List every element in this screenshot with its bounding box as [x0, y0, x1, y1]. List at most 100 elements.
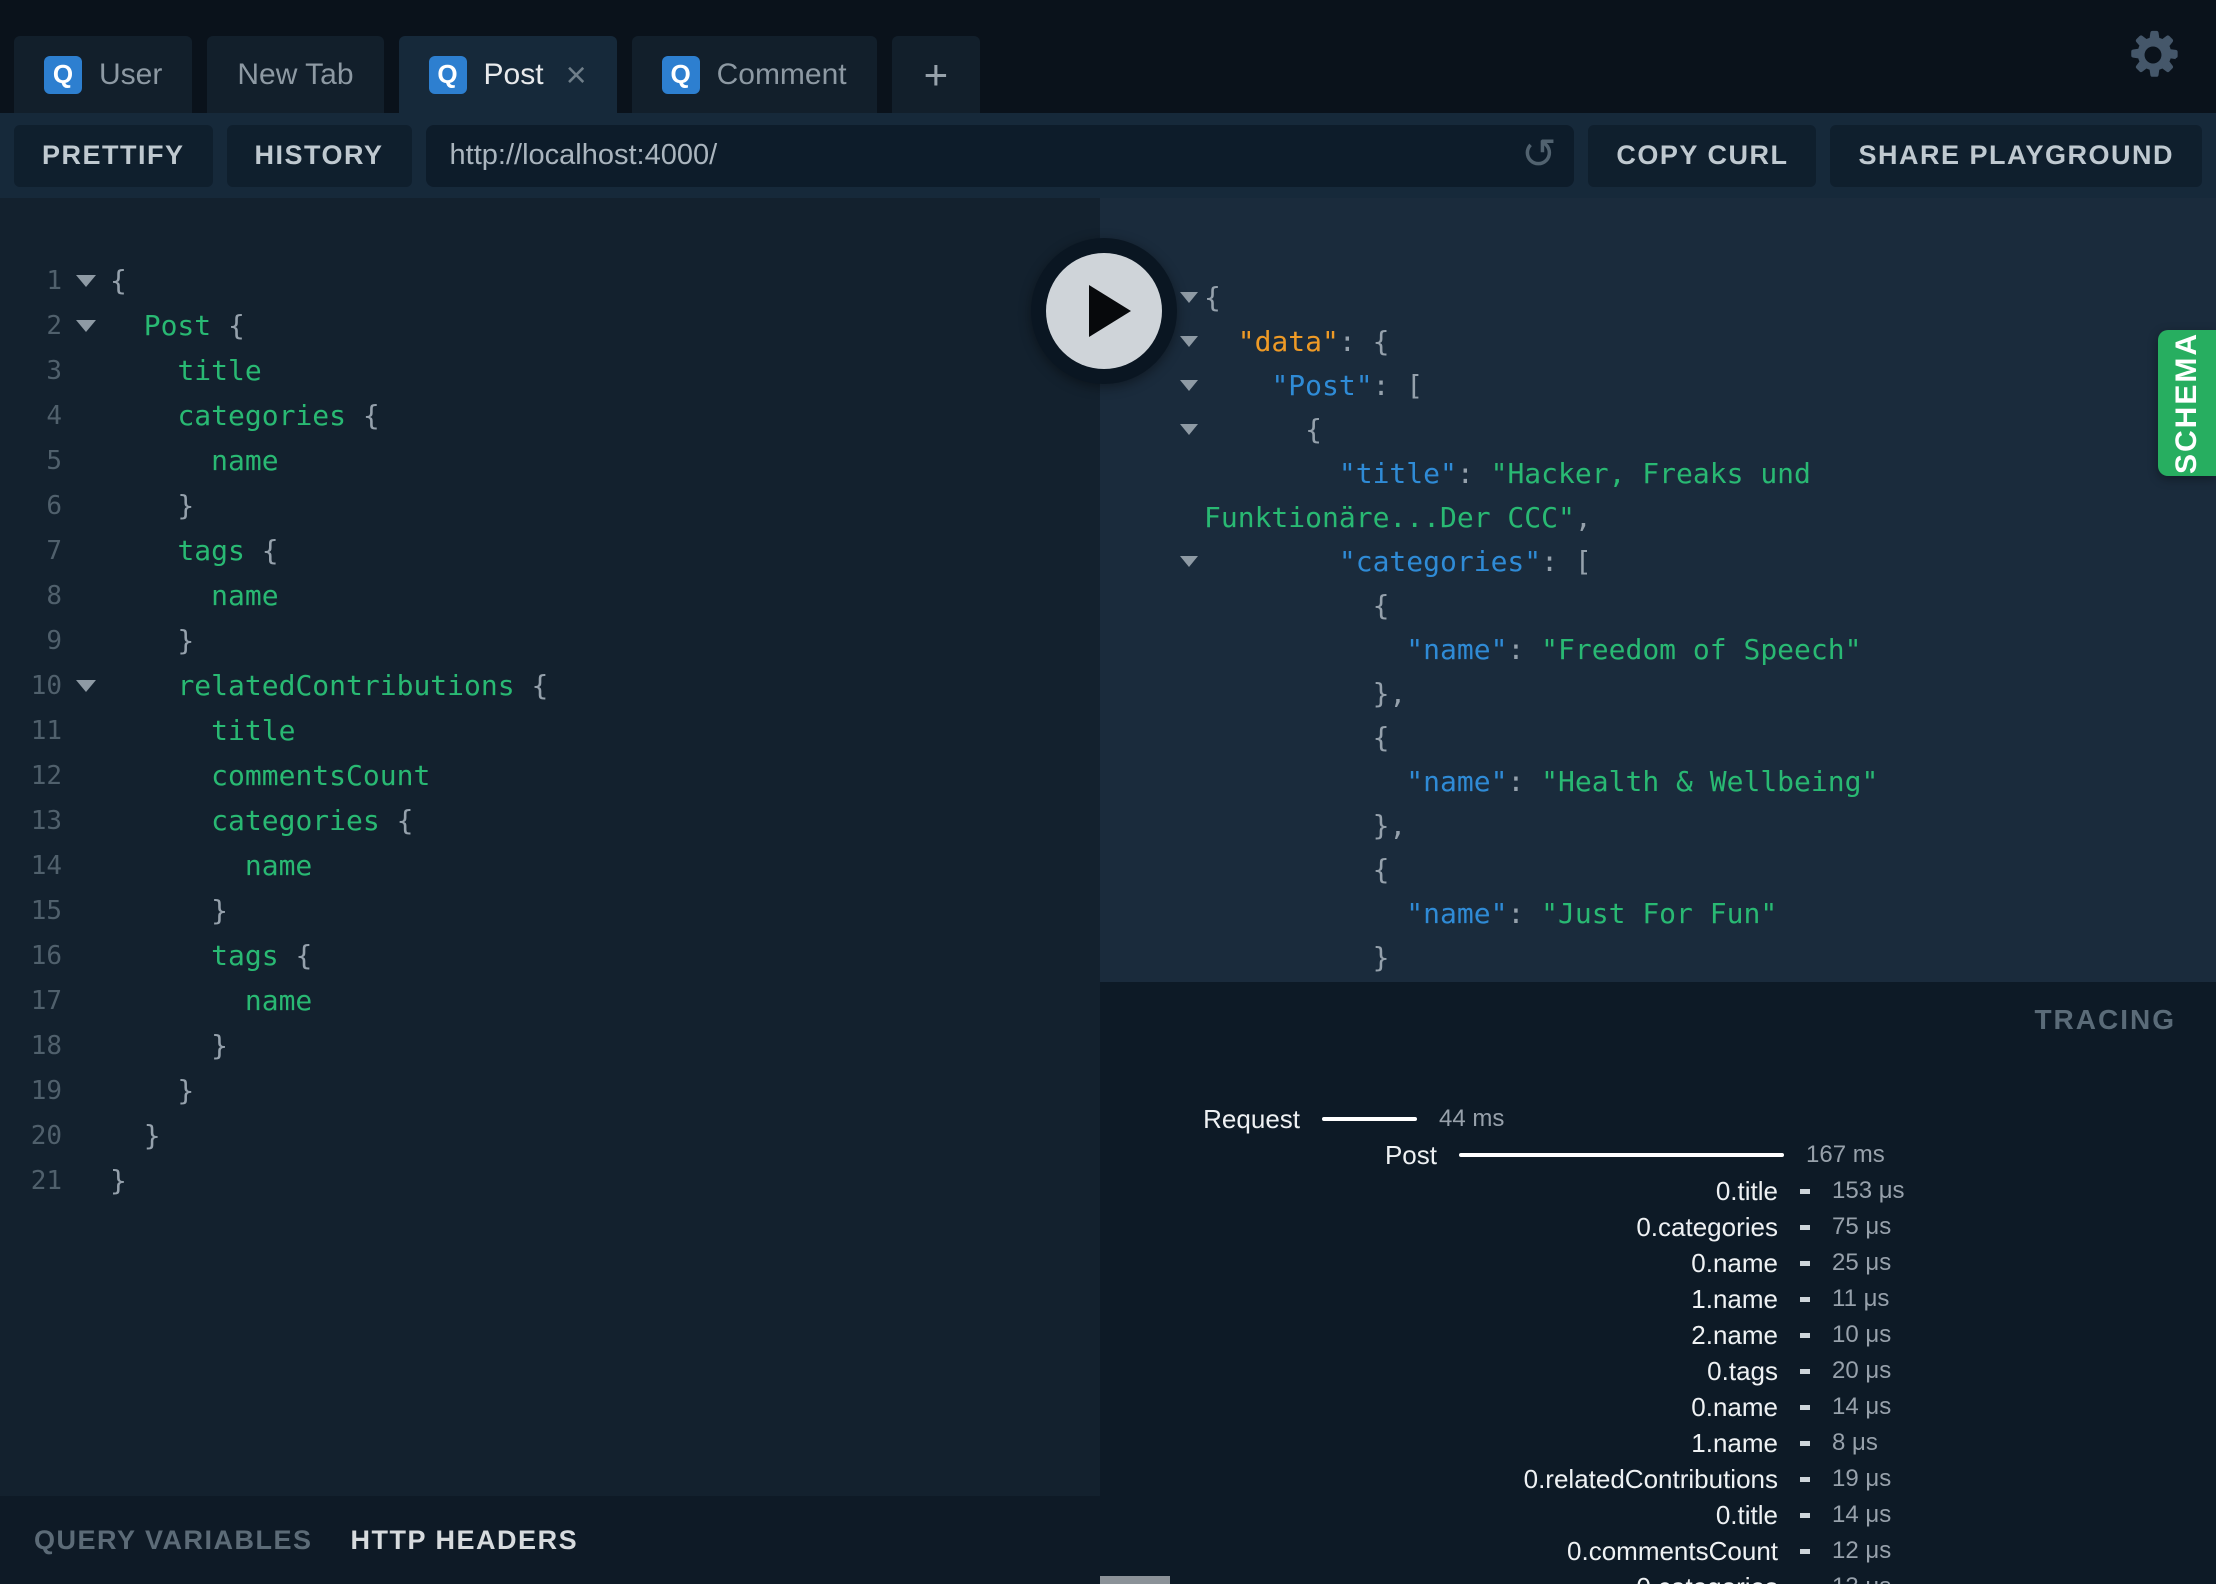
- line-number: 1: [46, 265, 62, 296]
- copy-curl-button[interactable]: COPY CURL: [1588, 124, 1817, 187]
- trace-field-row: 0.name 25 μs: [1100, 1245, 2216, 1281]
- settings-button[interactable]: [2124, 26, 2182, 84]
- endpoint-url-input[interactable]: [425, 139, 1575, 172]
- tab-new-tab[interactable]: New Tab: [207, 36, 384, 113]
- response-code-text: },: [1204, 808, 1407, 842]
- query-line: 2 Post {: [0, 303, 1100, 348]
- fold-toggle[interactable]: [62, 679, 110, 692]
- tab-post[interactable]: Q Post ×: [398, 36, 617, 113]
- http-headers-tab[interactable]: HTTP HEADERS: [351, 1525, 579, 1556]
- trace-tick: [1800, 1368, 1810, 1374]
- query-code-text: }: [110, 894, 229, 927]
- chevron-down-icon: [1180, 555, 1198, 567]
- prettify-button[interactable]: PRETTIFY: [14, 124, 213, 187]
- tab-user[interactable]: Q User: [14, 36, 193, 113]
- trace-label: 1.name: [1691, 1283, 1778, 1314]
- line-number: 18: [30, 1030, 62, 1061]
- trace-duration: 153 μs: [1832, 1177, 1905, 1204]
- response-line: {: [1100, 847, 2216, 891]
- trace-label: 1.name: [1691, 1427, 1778, 1458]
- query-line: 20 }: [0, 1113, 1100, 1158]
- trace-duration: 11 μs: [1832, 1285, 1890, 1312]
- trace-duration: 8 μs: [1832, 1429, 1878, 1456]
- trace-tick: [1800, 1332, 1810, 1338]
- response-viewer: { "data": { "Post": [ { "title": "Hacker…: [1100, 198, 2216, 982]
- trace-duration: 25 μs: [1832, 1249, 1892, 1276]
- response-code-text: "data": {: [1237, 324, 1390, 358]
- query-badge-icon: Q: [428, 55, 467, 94]
- fold-toggle[interactable]: [1174, 379, 1204, 391]
- response-line: {: [1100, 583, 2216, 627]
- trace-field-row: 1.name 8 μs: [1100, 1425, 2216, 1461]
- trace-label: Request: [1203, 1103, 1300, 1134]
- response-code-text: Funktionäre...Der CCC",: [1204, 500, 1592, 534]
- response-code-text: "title": "Hacker, Freaks und: [1338, 456, 1811, 490]
- query-line: 5 name: [0, 438, 1100, 483]
- response-line: }: [1100, 935, 2216, 979]
- query-badge-icon: Q: [44, 55, 82, 94]
- fold-toggle[interactable]: [1174, 555, 1204, 567]
- response-line: Funktionäre...Der CCC",: [1100, 495, 2216, 539]
- query-line: 17 name: [0, 978, 1100, 1023]
- trace-label: 0.commentsCount: [1567, 1535, 1778, 1566]
- trace-label: 0.name: [1691, 1391, 1778, 1422]
- query-code-text: title: [211, 714, 296, 747]
- trace-tick: [1800, 1476, 1810, 1482]
- line-number: 15: [30, 895, 62, 926]
- new-tab-button[interactable]: +: [891, 36, 981, 113]
- schema-tab-label: SCHEMA: [2170, 331, 2203, 474]
- line-number: 9: [46, 625, 62, 656]
- history-button[interactable]: HISTORY: [226, 124, 412, 187]
- trace-span-row: Request 44 ms: [1100, 1101, 2216, 1137]
- query-badge-icon: Q: [661, 55, 700, 94]
- query-line: 11 title: [0, 708, 1100, 753]
- query-code-text: name: [244, 849, 313, 882]
- plus-icon: +: [923, 50, 949, 98]
- share-playground-button[interactable]: SHARE PLAYGROUND: [1830, 124, 2202, 187]
- tab-label: Comment: [716, 57, 847, 91]
- query-editor[interactable]: 1{2 Post {3 title 4 categories {5 name 6 }…: [0, 198, 1100, 1496]
- query-line: 18 }: [0, 1023, 1100, 1068]
- tab-label: Post: [483, 57, 544, 91]
- trace-label: 2.name: [1691, 1319, 1778, 1350]
- chevron-down-icon: [1180, 335, 1198, 347]
- response-code-text: "name": "Just For Fun": [1406, 896, 1778, 930]
- response-line: "data": {: [1100, 319, 2216, 363]
- horizontal-scrollbar[interactable]: [1100, 1576, 1170, 1584]
- line-number: 8: [46, 580, 62, 611]
- gear-icon: [2131, 30, 2178, 77]
- response-code-text: "name": "Freedom of Speech": [1406, 632, 1862, 666]
- query-line: 7 tags {: [0, 528, 1100, 573]
- trace-duration: 12 μs: [1832, 1537, 1892, 1564]
- line-number: 11: [30, 715, 62, 746]
- query-code-text: }: [110, 1074, 195, 1107]
- tab-comment[interactable]: Q Comment: [631, 36, 877, 113]
- response-code-text: }: [1204, 940, 1390, 974]
- fold-toggle[interactable]: [1174, 291, 1204, 303]
- trace-duration: 10 μs: [1832, 1321, 1892, 1348]
- line-number: 17: [30, 985, 62, 1016]
- schema-tab-button[interactable]: SCHEMA: [2158, 330, 2216, 476]
- fold-toggle[interactable]: [62, 274, 110, 287]
- execute-query-button[interactable]: [1031, 238, 1177, 384]
- trace-label: 0.title: [1715, 1175, 1778, 1206]
- trace-tick: [1800, 1404, 1810, 1410]
- trace-span-row: Post 167 ms: [1100, 1137, 2216, 1173]
- query-code-text: commentsCount: [211, 759, 431, 792]
- response-code-text: "name": "Health & Wellbeing": [1406, 764, 1879, 798]
- query-line: 16 tags {: [0, 933, 1100, 978]
- query-line: 8 name: [0, 573, 1100, 618]
- trace-bar: [1322, 1117, 1417, 1121]
- trace-label: 0.title: [1715, 1499, 1778, 1530]
- query-code-text: categories {: [177, 399, 380, 432]
- close-icon[interactable]: ×: [566, 56, 587, 93]
- fold-toggle[interactable]: [1174, 423, 1204, 435]
- trace-tick: [1800, 1296, 1810, 1302]
- fold-toggle[interactable]: [1174, 335, 1204, 347]
- line-number: 13: [30, 805, 62, 836]
- trace-field-row: 0.commentsCount 12 μs: [1100, 1533, 2216, 1569]
- query-code-text: tags {: [177, 534, 279, 567]
- query-variables-tab[interactable]: QUERY VARIABLES: [34, 1525, 313, 1556]
- fold-toggle[interactable]: [62, 319, 110, 332]
- refresh-icon[interactable]: ↺: [1521, 129, 1556, 178]
